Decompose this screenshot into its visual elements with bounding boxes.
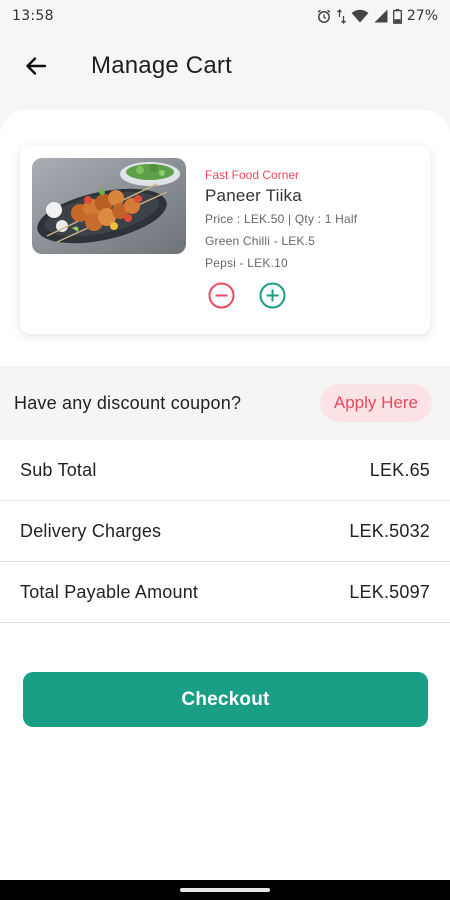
summary-row-subtotal: Sub Total LEK.65 [0,440,450,501]
app-bar: Manage Cart [0,32,450,100]
item-name: Paneer Tiika [205,186,302,205]
status-bar: 13:58 27% [0,0,450,32]
alarm-icon [317,9,331,23]
increase-quantity-button[interactable] [259,282,286,309]
coupon-row: Have any discount coupon? Apply Here [0,366,450,440]
back-button[interactable] [14,44,58,88]
summary-value: LEK.65 [369,459,430,480]
summary-label: Total Payable Amount [20,581,199,602]
addon-item: Green Chilli - LEK.5 [205,234,316,248]
price-qty: Price : LEK.50 | Qty : 1 Half [205,212,358,226]
food-info: Fast Food Corner Paneer Tiika Price : LE… [205,168,357,278]
checkout-button[interactable]: Checkout [23,672,428,727]
summary-label: Delivery Charges [20,520,162,541]
decrease-quantity-button[interactable] [208,282,235,309]
home-indicator[interactable] [180,888,270,892]
system-nav-bar [0,880,450,900]
restaurant-name: Fast Food Corner [205,168,300,182]
food-image [32,158,186,254]
page-title: Manage Cart [91,52,232,79]
summary-value: LEK.5097 [349,581,430,602]
coupon-prompt: Have any discount coupon? [14,392,242,413]
wifi-icon [351,9,369,23]
summary-label: Sub Total [20,459,97,480]
apply-coupon-button[interactable]: Apply Here [319,384,432,422]
summary-row-total: Total Payable Amount LEK.5097 [0,562,450,623]
signal-icon [374,9,388,23]
cart-item-card: Fast Food Corner Paneer Tiika Price : LE… [20,146,430,334]
price-summary: Sub Total LEK.65 Delivery Charges LEK.50… [0,440,450,623]
summary-row-delivery: Delivery Charges LEK.5032 [0,501,450,562]
status-icons: 27% [316,8,438,24]
battery-percent: 27% [406,8,438,24]
arrow-back-icon [26,57,47,75]
battery-icon [392,8,402,24]
status-time: 13:58 [12,8,54,24]
data-arrows-icon [336,8,346,24]
minus-circle-icon [208,282,235,309]
quantity-controls [208,282,286,309]
content-sheet: Fast Food Corner Paneer Tiika Price : LE… [0,110,450,880]
addon-item: Pepsi - LEK.10 [205,256,288,270]
plus-circle-icon [259,282,286,309]
summary-value: LEK.5032 [349,520,430,541]
